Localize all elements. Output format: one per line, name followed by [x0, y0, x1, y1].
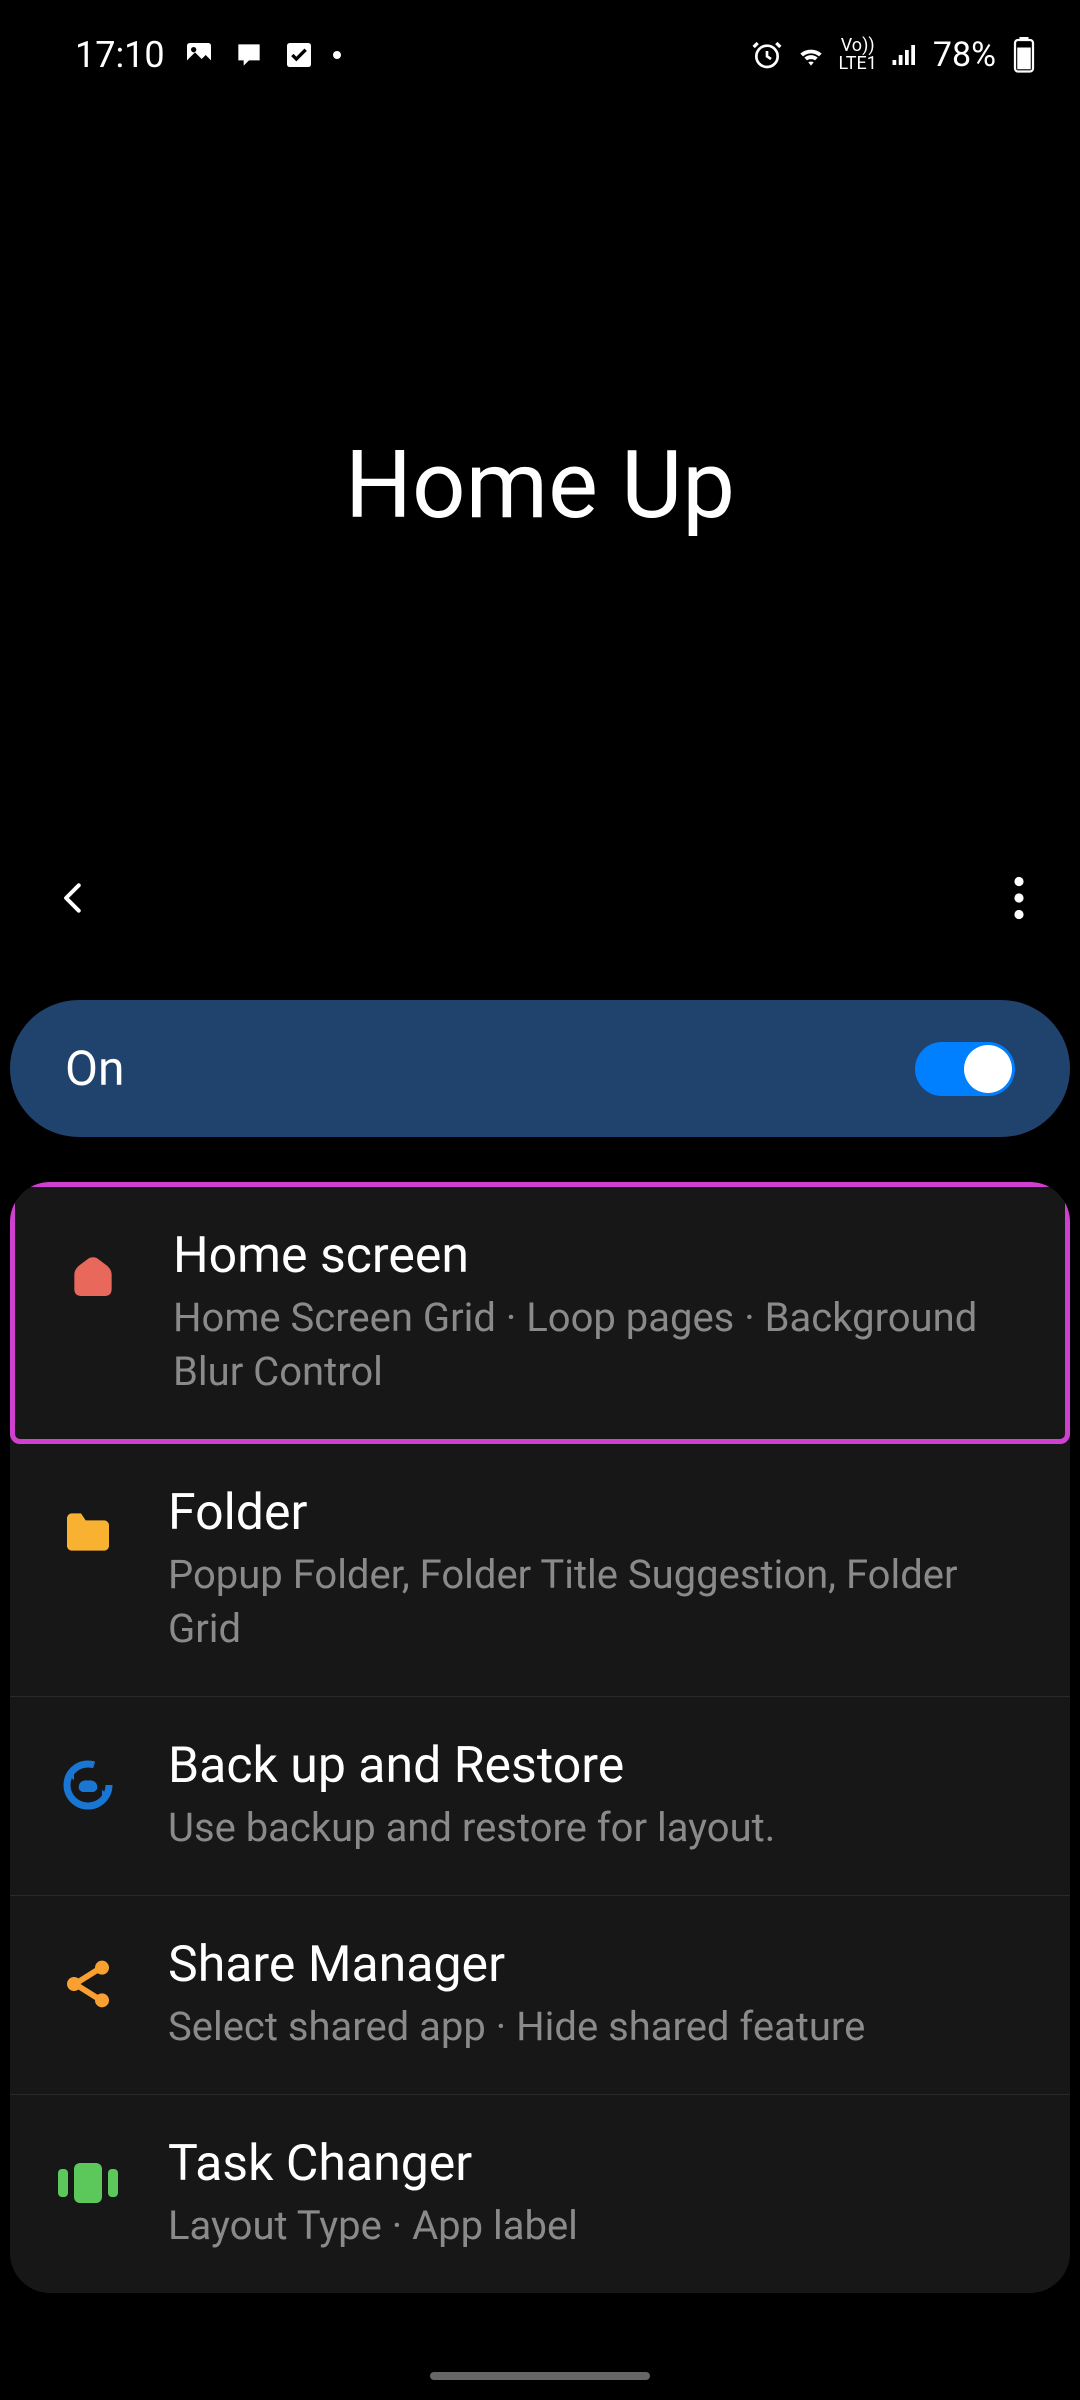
status-time: 17:10 — [75, 34, 165, 76]
picture-icon — [183, 39, 215, 71]
share-icon — [58, 1954, 118, 2014]
back-button[interactable] — [55, 873, 93, 927]
item-subtitle: Layout Type · App label — [168, 2199, 1022, 2253]
item-content: Home screen Home Screen Grid · Loop page… — [173, 1227, 1017, 1399]
toggle-switch[interactable] — [915, 1042, 1015, 1096]
battery-percent: 78% — [933, 35, 996, 75]
item-title: Task Changer — [168, 2135, 1022, 2193]
more-button[interactable] — [1013, 876, 1025, 924]
gesture-bar[interactable] — [430, 2372, 650, 2380]
master-toggle-card[interactable]: On — [10, 1000, 1070, 1137]
page-title: Home Up — [0, 430, 1080, 540]
carousel-icon — [58, 2153, 118, 2213]
toggle-knob — [964, 1045, 1012, 1093]
item-subtitle: Select shared app · Hide shared feature — [168, 2000, 1022, 2054]
status-bar: 17:10 Vo))LTE1 78% — [0, 0, 1080, 90]
item-title: Home screen — [173, 1227, 1017, 1285]
item-subtitle: Home Screen Grid · Loop pages · Backgrou… — [173, 1291, 1017, 1399]
list-item-share[interactable]: Share Manager Select shared app · Hide s… — [10, 1896, 1070, 2095]
notification-dot-icon — [333, 51, 341, 59]
message-icon — [233, 39, 265, 71]
toggle-label: On — [65, 1040, 125, 1097]
alarm-icon — [751, 39, 783, 71]
sync-icon — [58, 1755, 118, 1815]
signal-icon — [889, 39, 921, 71]
item-content: Back up and Restore Use backup and resto… — [168, 1737, 1022, 1855]
settings-list: Home screen Home Screen Grid · Loop page… — [10, 1182, 1070, 2293]
list-item-task-changer[interactable]: Task Changer Layout Type · App label — [10, 2095, 1070, 2293]
item-subtitle: Popup Folder, Folder Title Suggestion, F… — [168, 1548, 1022, 1656]
status-left: 17:10 — [75, 34, 341, 76]
item-subtitle: Use backup and restore for layout. — [168, 1801, 1022, 1855]
folder-icon — [58, 1502, 118, 1562]
item-content: Share Manager Select shared app · Hide s… — [168, 1936, 1022, 2054]
item-title: Share Manager — [168, 1936, 1022, 1994]
wifi-icon — [795, 39, 827, 71]
toolbar — [0, 860, 1080, 940]
list-item-backup[interactable]: Back up and Restore Use backup and resto… — [10, 1697, 1070, 1896]
item-title: Back up and Restore — [168, 1737, 1022, 1795]
volte-icon: Vo))LTE1 — [839, 37, 877, 73]
battery-icon — [1008, 39, 1040, 71]
status-right: Vo))LTE1 78% — [751, 35, 1041, 75]
item-content: Folder Popup Folder, Folder Title Sugges… — [168, 1484, 1022, 1656]
item-content: Task Changer Layout Type · App label — [168, 2135, 1022, 2253]
list-item-folder[interactable]: Folder Popup Folder, Folder Title Sugges… — [10, 1444, 1070, 1697]
item-title: Folder — [168, 1484, 1022, 1542]
home-icon — [63, 1245, 123, 1305]
check-icon — [283, 39, 315, 71]
list-item-home-screen[interactable]: Home screen Home Screen Grid · Loop page… — [10, 1182, 1070, 1444]
